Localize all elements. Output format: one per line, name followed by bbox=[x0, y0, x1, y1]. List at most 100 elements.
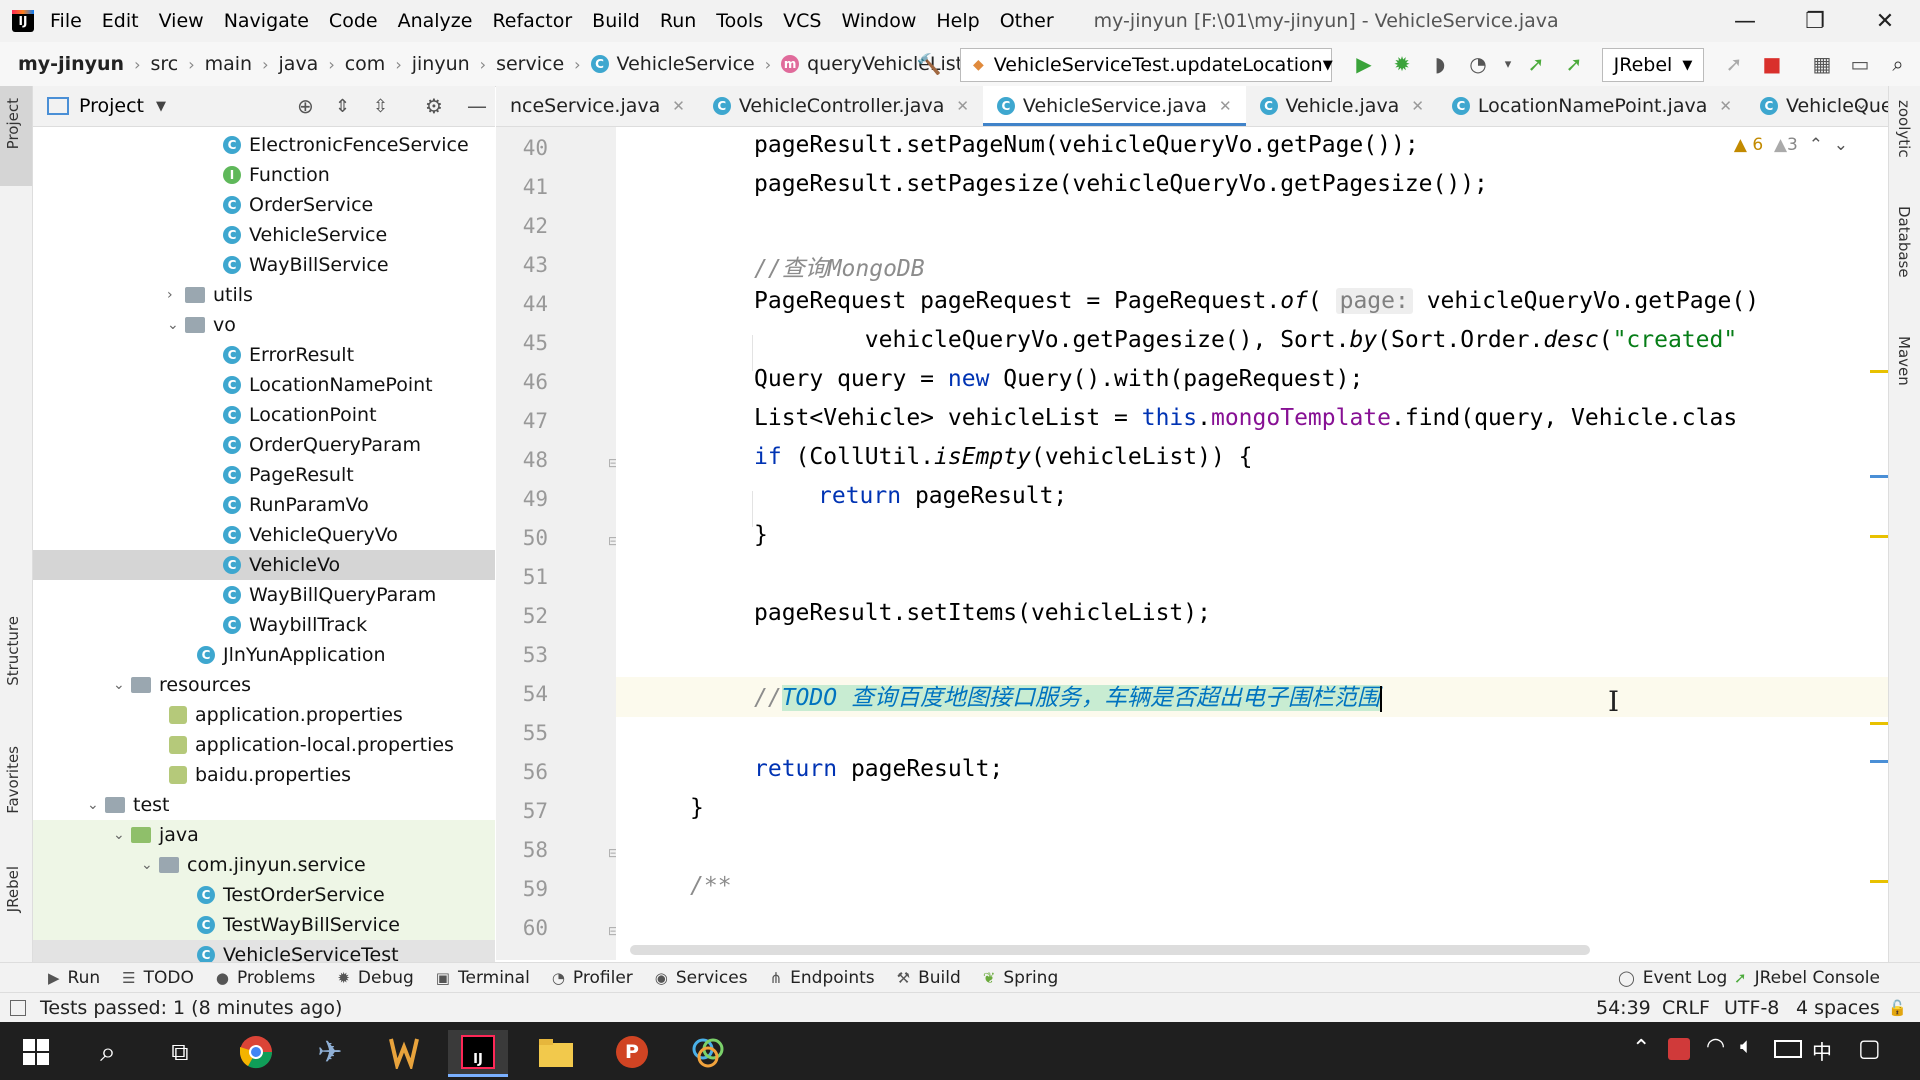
profiler-icon[interactable]: ◔ bbox=[1464, 50, 1492, 78]
tree-item[interactable]: I Function bbox=[223, 160, 330, 190]
tab-vehicle[interactable]: C Vehicle.java ✕ bbox=[1246, 86, 1438, 126]
error-stripe-mark[interactable] bbox=[1870, 535, 1888, 538]
line-separator[interactable]: CRLF bbox=[1662, 997, 1710, 1019]
problems-tool-button[interactable]: ● Problems bbox=[216, 968, 315, 988]
breadcrumb-class[interactable]: C VehicleService bbox=[590, 53, 755, 75]
error-stripe-mark[interactable] bbox=[1870, 722, 1888, 725]
build-tool-button[interactable]: ⚒ Build bbox=[897, 968, 961, 988]
tree-item[interactable]: C JlnYunApplication bbox=[197, 640, 386, 670]
presentation-icon[interactable]: ▭ bbox=[1846, 50, 1874, 78]
expand-all-icon[interactable]: ⇕ bbox=[335, 96, 350, 117]
menu-tools[interactable]: Tools bbox=[716, 10, 763, 32]
tree-item[interactable]: C PageResult bbox=[223, 460, 354, 490]
menu-build[interactable]: Build bbox=[592, 10, 640, 32]
tree-item-selected[interactable]: C VehicleVo bbox=[33, 550, 495, 580]
tree-item[interactable]: C VehicleService bbox=[223, 220, 387, 250]
error-stripe-mark[interactable] bbox=[1870, 760, 1888, 763]
project-panel-title[interactable]: Project bbox=[79, 95, 144, 117]
zoolytic-tool-button[interactable]: zoolytic bbox=[1895, 100, 1913, 158]
run-icon[interactable]: ▶ bbox=[1350, 50, 1378, 78]
chevron-down-icon[interactable]: ⌄ bbox=[167, 317, 185, 333]
tree-item[interactable]: C RunParamVo bbox=[223, 490, 369, 520]
menu-vcs[interactable]: VCS bbox=[783, 10, 821, 32]
project-tool-button[interactable]: Project bbox=[4, 98, 22, 149]
hide-panel-icon[interactable]: — bbox=[467, 94, 487, 118]
profiler-tool-button[interactable]: ◔ Profiler bbox=[552, 968, 633, 988]
chevron-up-icon[interactable]: ⌃ bbox=[1632, 1036, 1650, 1061]
menu-window[interactable]: Window bbox=[841, 10, 916, 32]
jrebel-mode-select[interactable]: JRebel ▼ bbox=[1602, 48, 1704, 82]
tree-item[interactable]: C TestWayBillService bbox=[33, 910, 495, 940]
battery-icon[interactable] bbox=[1774, 1040, 1802, 1058]
breadcrumb-jinyun[interactable]: jinyun bbox=[412, 53, 470, 75]
structure-tool-button[interactable]: Structure bbox=[4, 616, 22, 686]
endpoints-tool-button[interactable]: ⋔ Endpoints bbox=[770, 968, 875, 988]
menu-code[interactable]: Code bbox=[329, 10, 378, 32]
task-view-icon[interactable]: ⧉ bbox=[158, 1030, 202, 1074]
tree-item[interactable]: C WaybillTrack bbox=[223, 610, 367, 640]
menu-edit[interactable]: Edit bbox=[102, 10, 139, 32]
tab-electronic-fence-service[interactable]: nceService.java ✕ bbox=[496, 86, 699, 126]
menu-view[interactable]: View bbox=[159, 10, 204, 32]
close-icon[interactable]: ✕ bbox=[1850, 0, 1920, 42]
menu-analyze[interactable]: Analyze bbox=[398, 10, 473, 32]
breadcrumb-main[interactable]: main bbox=[205, 53, 252, 75]
tree-item[interactable]: ⌄ vo bbox=[167, 310, 236, 340]
inspection-summary[interactable]: ▲ 6 ▲3 ⌃ ⌄ bbox=[1734, 135, 1848, 155]
tree-item[interactable]: application.properties bbox=[169, 700, 403, 730]
horizontal-scrollbar[interactable] bbox=[630, 945, 1590, 955]
tree-item[interactable]: C LocationPoint bbox=[223, 400, 377, 430]
collapse-all-icon[interactable]: ⇳ bbox=[373, 96, 388, 117]
chevron-right-icon[interactable]: › bbox=[167, 287, 185, 303]
close-icon[interactable]: ✕ bbox=[1219, 97, 1232, 115]
tree-item[interactable]: ⌄ java bbox=[33, 820, 495, 850]
indent-setting[interactable]: 4 spaces bbox=[1796, 997, 1880, 1019]
chrome-icon[interactable] bbox=[234, 1030, 278, 1074]
todo-tool-button[interactable]: ☰ TODO bbox=[122, 968, 194, 988]
status-message[interactable]: Tests passed: 1 (8 minutes ago) bbox=[40, 997, 342, 1019]
close-icon[interactable]: ✕ bbox=[1411, 97, 1424, 115]
breadcrumb-project[interactable]: my-jinyun bbox=[18, 53, 124, 75]
chevron-up-icon[interactable]: ⌃ bbox=[1809, 135, 1823, 155]
file-encoding[interactable]: UTF-8 bbox=[1724, 997, 1779, 1019]
restore-icon[interactable]: ❐ bbox=[1780, 0, 1850, 42]
project-structure-icon[interactable]: ▦ bbox=[1808, 50, 1836, 78]
breadcrumb-service[interactable]: service bbox=[496, 53, 564, 75]
chevron-down-icon[interactable]: ⌄ bbox=[141, 857, 159, 873]
close-icon[interactable]: ✕ bbox=[672, 97, 685, 115]
menu-run[interactable]: Run bbox=[660, 10, 696, 32]
tree-item[interactable]: ⌄ resources bbox=[113, 670, 251, 700]
tabs-overflow-icon[interactable]: ⌄ bbox=[1855, 94, 1868, 113]
tree-item[interactable]: C WayBillService bbox=[223, 250, 389, 280]
jrebel-run-icon[interactable]: ➚ bbox=[1522, 50, 1550, 78]
tree-item[interactable]: baidu.properties bbox=[169, 760, 351, 790]
tree-item[interactable]: C LocationNamePoint bbox=[223, 370, 433, 400]
notification-icon[interactable]: ▢ bbox=[1858, 1034, 1881, 1062]
tree-item[interactable]: C TestOrderService bbox=[33, 880, 495, 910]
debug-icon[interactable]: ✹ bbox=[1388, 50, 1416, 78]
menu-help[interactable]: Help bbox=[936, 10, 979, 32]
stop-icon[interactable]: ■ bbox=[1758, 50, 1786, 78]
app-circles-icon[interactable] bbox=[686, 1030, 730, 1074]
menu-other[interactable]: Other bbox=[1000, 10, 1054, 32]
more-run-options-icon[interactable]: ▾ bbox=[1494, 50, 1522, 78]
tree-item[interactable]: ⌄ com.jinyun.service bbox=[33, 850, 495, 880]
error-stripe-mark[interactable] bbox=[1870, 880, 1888, 883]
menu-file[interactable]: File bbox=[50, 10, 82, 32]
error-stripe-mark[interactable] bbox=[1870, 370, 1888, 373]
terminal-tool-button[interactable]: ▣ Terminal bbox=[436, 968, 530, 988]
update-running-icon[interactable]: ➚ bbox=[1720, 50, 1748, 78]
lock-icon[interactable]: 🔓 bbox=[1888, 999, 1907, 1017]
chevron-down-icon[interactable]: ⌄ bbox=[113, 827, 131, 843]
tree-item[interactable]: C OrderService bbox=[223, 190, 373, 220]
error-stripe-mark[interactable] bbox=[1870, 475, 1888, 478]
code-editor[interactable]: ▲ 6 ▲3 ⌃ ⌄ pageResult.setPageNum(vehicle… bbox=[616, 127, 1888, 960]
menu-navigate[interactable]: Navigate bbox=[224, 10, 309, 32]
event-log-tool-button[interactable]: ◯ Event Log bbox=[1618, 968, 1727, 988]
tab-vehicle-service[interactable]: C VehicleService.java ✕ bbox=[982, 86, 1246, 126]
windows-start-icon[interactable] bbox=[14, 1030, 58, 1074]
breadcrumb-java[interactable]: java bbox=[279, 53, 319, 75]
jrebel-console-tool-button[interactable]: ➚ JRebel Console bbox=[1734, 968, 1880, 988]
intellij-taskbar-icon[interactable]: IJ bbox=[448, 1030, 508, 1077]
close-icon[interactable]: ✕ bbox=[956, 97, 969, 115]
